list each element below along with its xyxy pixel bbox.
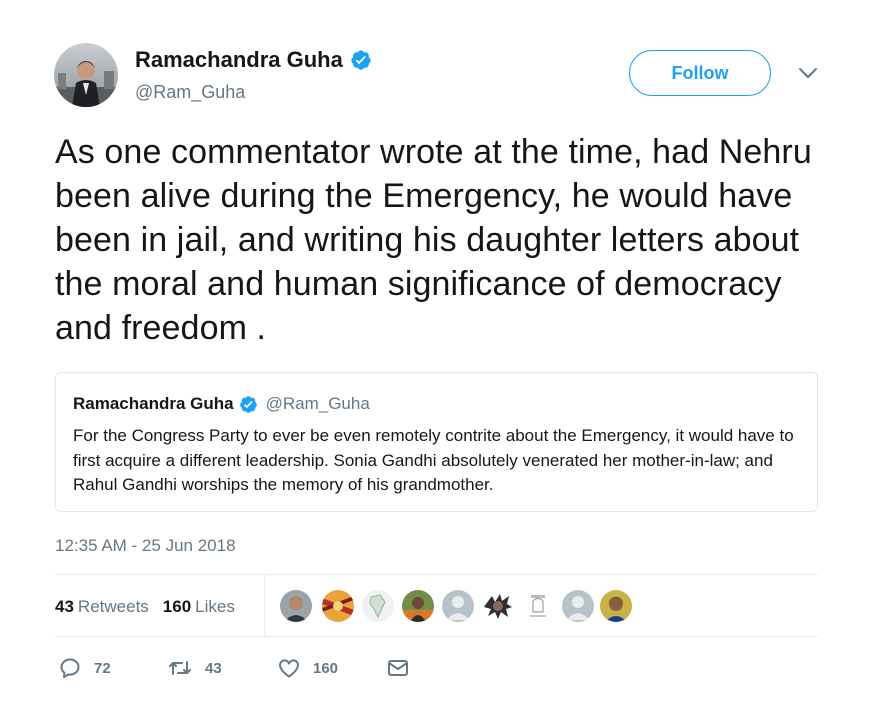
stats-bottom-divider: [55, 636, 818, 637]
liker-avatar[interactable]: [362, 590, 394, 622]
quoted-author-name: Ramachandra Guha: [73, 394, 234, 413]
liker-avatar[interactable]: [280, 590, 312, 622]
verified-badge-icon: [239, 395, 257, 413]
liker-avatar[interactable]: [482, 590, 514, 622]
retweets-count: 43: [55, 597, 74, 616]
retweet-count: 43: [205, 659, 222, 677]
author-avatar[interactable]: [54, 43, 118, 107]
tweet-card: Ramachandra Guha @Ram_Guha Follow As one…: [0, 0, 873, 721]
quoted-author-handle: @Ram_Guha: [265, 394, 370, 413]
tweet-stats: 43 Retweets 160 Likes: [55, 597, 235, 617]
direct-message-action[interactable]: [386, 656, 410, 680]
message-icon: [388, 660, 408, 676]
heart-icon: [278, 659, 300, 678]
follow-button[interactable]: Follow: [629, 50, 771, 96]
quoted-tweet-header: Ramachandra Guha @Ram_Guha: [73, 394, 370, 414]
like-action[interactable]: 160: [277, 656, 338, 680]
liker-avatar[interactable]: [402, 590, 434, 622]
retweets-label: Retweets: [77, 597, 149, 616]
quoted-tweet-text: For the Congress Party to ever be even r…: [73, 426, 794, 494]
stats-separator: [264, 575, 265, 637]
retweet-icon: [169, 661, 191, 675]
reply-count: 72: [94, 659, 111, 677]
author-name-row[interactable]: Ramachandra Guha: [135, 47, 372, 73]
author-handle[interactable]: @Ram_Guha: [135, 82, 245, 103]
verified-badge-icon: [351, 50, 371, 70]
retweet-action[interactable]: 43: [167, 656, 222, 680]
stats-top-divider: [55, 574, 818, 575]
liker-avatar[interactable]: [562, 590, 594, 622]
likes-count: 160: [162, 597, 192, 616]
tweet-text: As one commentator wrote at the time, ha…: [55, 133, 812, 347]
author-name[interactable]: Ramachandra Guha: [135, 47, 343, 73]
reply-icon: [60, 658, 80, 678]
likes-stat[interactable]: 160 Likes: [163, 597, 235, 617]
liker-avatar[interactable]: [322, 590, 354, 622]
like-count: 160: [313, 659, 339, 677]
liker-avatar[interactable]: [522, 590, 554, 622]
likes-label: Likes: [195, 597, 235, 616]
retweets-stat[interactable]: 43 Retweets: [55, 597, 149, 617]
liker-avatar[interactable]: [442, 590, 474, 622]
quoted-tweet[interactable]: Ramachandra Guha @Ram_Guha For the Congr…: [55, 372, 818, 512]
tweet-timestamp[interactable]: 12:35 AM - 25 Jun 2018: [55, 536, 236, 556]
liker-avatar[interactable]: [600, 590, 632, 622]
reply-action[interactable]: 72: [58, 656, 111, 680]
chevron-down-icon[interactable]: [798, 66, 818, 80]
